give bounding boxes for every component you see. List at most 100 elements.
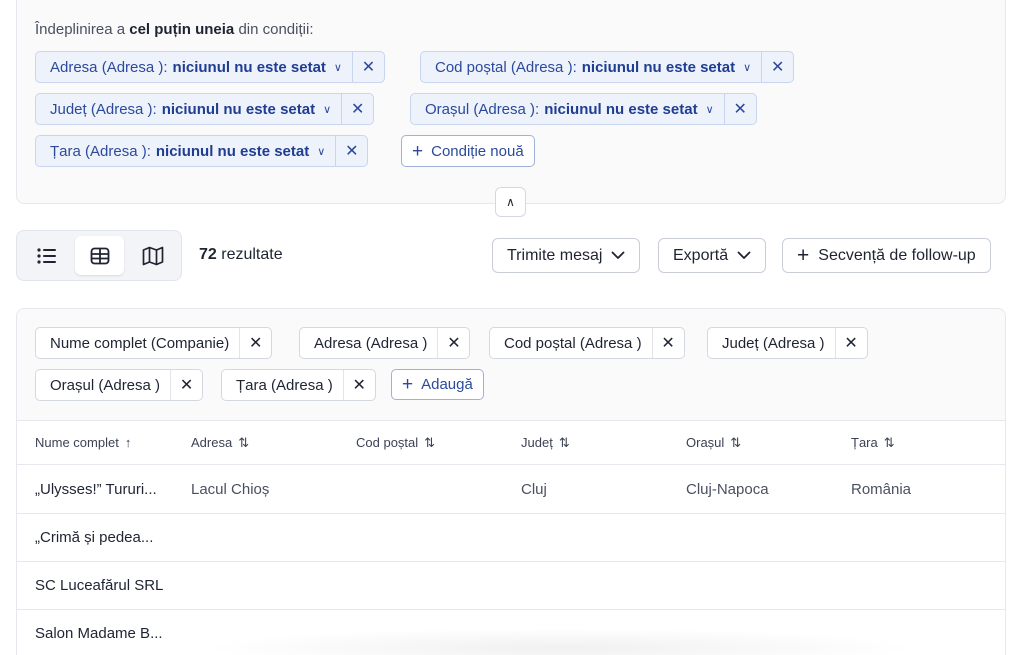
filter-chip-body[interactable]: Orașul (Adresa ): niciunul nu este setat… bbox=[411, 94, 724, 124]
map-icon bbox=[142, 246, 163, 265]
filter-chip-value: niciunul nu este setat bbox=[544, 100, 698, 118]
chevron-down-icon: ∨ bbox=[317, 145, 326, 158]
filter-chip-body[interactable]: Cod poștal (Adresa ): niciunul nu este s… bbox=[421, 52, 761, 82]
column-chip-label: Adresa (Adresa ) bbox=[314, 334, 428, 352]
column-header-cod-postal[interactable]: Cod poștal ⇅ bbox=[356, 435, 435, 451]
result-count-number: 72 bbox=[199, 246, 217, 263]
close-icon[interactable]: ✕ bbox=[723, 94, 756, 124]
map-view-button[interactable] bbox=[128, 236, 177, 275]
column-chip-label: Județ (Adresa ) bbox=[722, 334, 825, 352]
filter-chip-orasul[interactable]: Orașul (Adresa ): niciunul nu este setat… bbox=[410, 93, 757, 125]
filter-chip-tara[interactable]: Țara (Adresa ): niciunul nu este setat ∨… bbox=[35, 135, 369, 167]
column-header-label: Adresa bbox=[191, 435, 233, 450]
close-icon[interactable]: ✕ bbox=[834, 328, 867, 358]
filter-chip-cod-postal[interactable]: Cod poștal (Adresa ): niciunul nu este s… bbox=[420, 51, 795, 83]
table-view-button[interactable] bbox=[75, 236, 124, 275]
table-icon bbox=[90, 247, 109, 264]
column-chip-nume-complet[interactable]: Nume complet (Companie) ✕ bbox=[35, 327, 273, 359]
filter-chip-label: Adresa (Adresa ): bbox=[50, 58, 168, 76]
column-chip-tara[interactable]: Țara (Adresa ) ✕ bbox=[221, 369, 376, 401]
column-header-label: Orașul bbox=[686, 435, 725, 450]
column-header-label: Cod poștal bbox=[356, 435, 419, 450]
column-chip-orasul[interactable]: Orașul (Adresa ) ✕ bbox=[35, 369, 204, 401]
sort-icon: ⇅ bbox=[558, 435, 570, 450]
plus-icon: + bbox=[402, 374, 414, 395]
filter-chip-label: Județ (Adresa ): bbox=[50, 100, 157, 118]
filter-chip-label: Orașul (Adresa ): bbox=[425, 100, 540, 118]
result-count-label: rezultate bbox=[221, 246, 283, 263]
column-chips-bar: Nume complet (Companie) ✕ Adresa (Adresa… bbox=[17, 309, 1005, 421]
column-chip-adresa[interactable]: Adresa (Adresa ) ✕ bbox=[299, 327, 471, 359]
filter-chip-value: niciunul nu este setat bbox=[161, 100, 316, 118]
filter-intro-bold: cel puțin uneia bbox=[129, 21, 235, 38]
filter-chip-value: niciunul nu este setat bbox=[155, 142, 310, 160]
column-header-judet[interactable]: Județ ⇅ bbox=[521, 435, 570, 451]
plus-icon: + bbox=[412, 140, 424, 162]
filter-chip-value: niciunul nu este setat bbox=[172, 58, 326, 76]
filter-chip-label: Țara (Adresa ): bbox=[50, 142, 151, 160]
close-icon[interactable]: ✕ bbox=[342, 370, 375, 400]
cell-name[interactable]: SC Luceafărul SRL bbox=[35, 577, 175, 594]
filter-chip-judet[interactable]: Județ (Adresa ): niciunul nu este setat … bbox=[35, 93, 375, 125]
list-view-button[interactable] bbox=[22, 236, 71, 275]
table-row[interactable]: „Ulysses!” Tururi... Lacul Chioș Cluj Cl… bbox=[17, 466, 1005, 514]
cell-name[interactable]: Salon Madame B... bbox=[35, 625, 175, 642]
sort-icon: ⇅ bbox=[883, 435, 895, 450]
cell-address: Lacul Chioș bbox=[191, 481, 270, 498]
column-header-adresa[interactable]: Adresa ⇅ bbox=[191, 435, 249, 451]
table-row[interactable]: SC Luceafărul SRL bbox=[17, 562, 1005, 610]
filter-panel: Îndeplinirea a cel puțin uneia din condi… bbox=[16, 0, 1006, 204]
table-header: Nume complet ↑ Adresa ⇅ Cod poștal ⇅ Județ ⇅… bbox=[17, 421, 1005, 465]
chevron-down-icon: ∨ bbox=[705, 103, 714, 116]
column-header-label: Județ bbox=[521, 435, 553, 450]
cell-city: Cluj-Napoca bbox=[686, 481, 769, 498]
bottom-shadow bbox=[200, 628, 920, 655]
close-icon[interactable]: ✕ bbox=[651, 328, 684, 358]
cell-name[interactable]: „Crimă și pedea... bbox=[35, 529, 175, 546]
results-table-panel: Nume complet (Companie) ✕ Adresa (Adresa… bbox=[16, 308, 1006, 655]
column-header-label: Nume complet bbox=[35, 435, 119, 450]
column-chip-label: Orașul (Adresa ) bbox=[50, 376, 161, 394]
filter-chip-body[interactable]: Județ (Adresa ): niciunul nu este setat … bbox=[36, 94, 341, 124]
filter-chip-body[interactable]: Țara (Adresa ): niciunul nu este setat ∨ bbox=[36, 136, 335, 166]
table-row[interactable]: „Crimă și pedea... bbox=[17, 514, 1005, 562]
column-header-tara[interactable]: Țara ⇅ bbox=[851, 435, 895, 451]
send-message-button[interactable]: Trimite mesaj bbox=[492, 238, 641, 273]
column-chip-label: Cod poștal (Adresa ) bbox=[504, 334, 642, 352]
chevron-down-icon bbox=[737, 251, 751, 259]
filter-intro: Îndeplinirea a cel puțin uneia din condi… bbox=[35, 21, 313, 38]
result-count: 72 rezultate bbox=[199, 246, 283, 264]
column-header-label: Țara bbox=[851, 435, 878, 450]
close-icon[interactable]: ✕ bbox=[351, 52, 384, 82]
close-icon[interactable]: ✕ bbox=[437, 328, 469, 358]
sort-asc-icon: ↑ bbox=[124, 435, 132, 450]
export-label: Exportă bbox=[673, 246, 729, 264]
send-message-label: Trimite mesaj bbox=[507, 246, 603, 264]
followup-sequence-button[interactable]: + Secvență de follow-up bbox=[782, 238, 991, 273]
sort-icon: ⇅ bbox=[238, 435, 250, 450]
followup-label: Secvență de follow-up bbox=[818, 246, 976, 264]
add-column-label: Adaugă bbox=[421, 376, 473, 393]
close-icon[interactable]: ✕ bbox=[761, 52, 793, 82]
filter-chip-body[interactable]: Adresa (Adresa ): niciunul nu este setat… bbox=[36, 52, 352, 82]
close-icon[interactable]: ✕ bbox=[239, 328, 271, 358]
new-condition-button[interactable]: + Condiție nouă bbox=[401, 135, 535, 167]
filter-intro-prefix: Îndeplinirea a bbox=[35, 21, 126, 38]
add-column-button[interactable]: + Adaugă bbox=[391, 369, 484, 400]
chevron-down-icon: ∨ bbox=[333, 61, 342, 74]
filter-chip-value: niciunul nu este setat bbox=[581, 58, 736, 76]
column-chip-judet[interactable]: Județ (Adresa ) ✕ bbox=[707, 327, 868, 359]
column-chip-cod-postal[interactable]: Cod poștal (Adresa ) ✕ bbox=[489, 327, 685, 359]
export-button[interactable]: Exportă bbox=[658, 238, 767, 273]
filter-chip-adresa[interactable]: Adresa (Adresa ): niciunul nu este setat… bbox=[35, 51, 385, 83]
close-icon[interactable]: ✕ bbox=[170, 370, 202, 400]
collapse-filters-button[interactable]: ∧ bbox=[495, 187, 526, 217]
chevron-down-icon: ∨ bbox=[323, 103, 332, 116]
cell-county: Cluj bbox=[521, 481, 547, 498]
close-icon[interactable]: ✕ bbox=[335, 136, 367, 166]
close-icon[interactable]: ✕ bbox=[341, 94, 373, 124]
column-header-orasul[interactable]: Orașul ⇅ bbox=[686, 435, 741, 451]
column-header-nume-complet[interactable]: Nume complet ↑ bbox=[35, 435, 131, 450]
cell-name[interactable]: „Ulysses!” Tururi... bbox=[35, 481, 175, 498]
cell-country: România bbox=[851, 481, 912, 498]
